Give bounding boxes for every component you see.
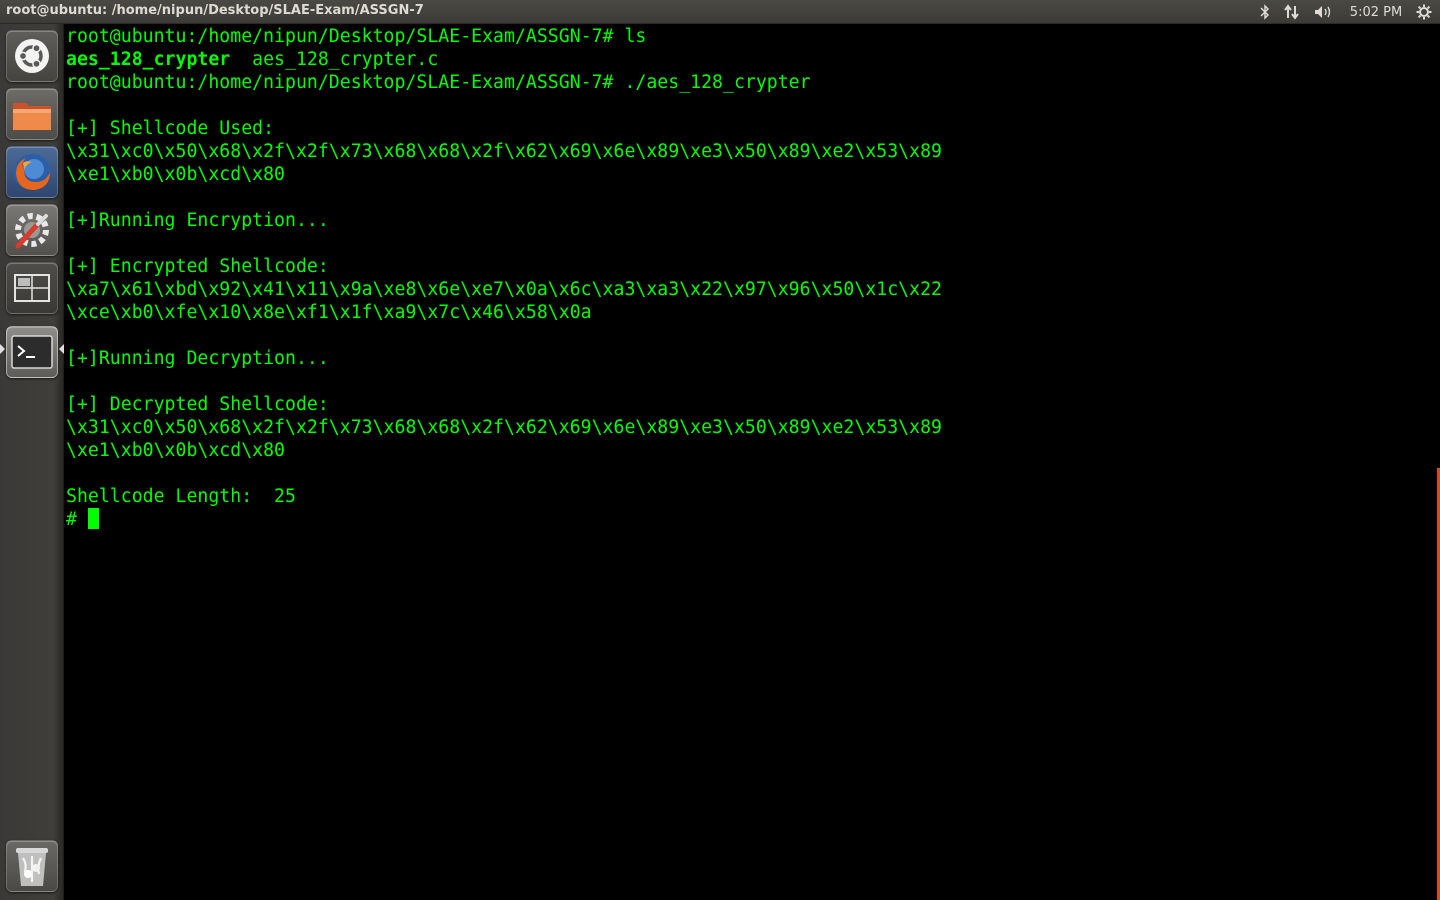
terminal-cursor xyxy=(87,508,99,529)
bluetooth-icon[interactable] xyxy=(1254,0,1276,24)
active-app-indicator xyxy=(0,344,5,354)
terminal-line-text: root@ubuntu:/home/nipun/Desktop/SLAE-Exa… xyxy=(66,26,647,47)
clock[interactable]: 5:02 PM xyxy=(1344,0,1408,24)
launcher-item-trash[interactable] xyxy=(6,840,58,892)
terminal-line-text: # xyxy=(66,509,88,530)
terminal-line: [+] Encrypted Shellcode: xyxy=(66,255,1440,278)
terminal-line-text: \xe1\xb0\x0b\xcd\x80 xyxy=(66,440,285,461)
ubuntu-logo-icon xyxy=(15,39,49,73)
terminal-line-text: \xce\xb0\xfe\x10\x8e\xf1\x1f\xa9\x7c\x46… xyxy=(66,302,592,323)
workspace-icon xyxy=(14,274,50,302)
terminal-line: [+] Shellcode Used: xyxy=(66,117,1440,140)
terminal-line-text: [+] Shellcode Used: xyxy=(66,118,275,139)
terminal-line-text: [+] Encrypted Shellcode: xyxy=(66,256,329,277)
network-icon[interactable] xyxy=(1280,0,1304,24)
terminal-line: root@ubuntu:/home/nipun/Desktop/SLAE-Exa… xyxy=(66,25,1440,48)
launcher-item-system-settings[interactable] xyxy=(6,204,58,256)
terminal-line: [+] Decrypted Shellcode: xyxy=(66,393,1440,416)
launcher-item-files[interactable] xyxy=(6,88,58,140)
window-title: root@ubuntu: /home/nipun/Desktop/SLAE-Ex… xyxy=(6,3,424,18)
launcher xyxy=(0,24,64,900)
volume-icon[interactable] xyxy=(1310,0,1338,24)
terminal-line: \xe1\xb0\x0b\xcd\x80 xyxy=(66,163,1440,186)
terminal-line-segment: aes_128_crypter.c xyxy=(230,49,439,70)
terminal-line-text: \x31\xc0\x50\x68\x2f\x2f\x73\x68\x68\x2f… xyxy=(66,141,942,162)
terminal-line: [+]Running Decryption... xyxy=(66,347,1440,370)
terminal-line: Shellcode Length: 25 xyxy=(66,485,1440,508)
terminal-line: \x31\xc0\x50\x68\x2f\x2f\x73\x68\x68\x2f… xyxy=(66,140,1440,163)
terminal-line: \xa7\x61\xbd\x92\x41\x11\x9a\xe8\x6e\xe7… xyxy=(66,278,1440,301)
terminal-icon xyxy=(11,335,53,369)
terminal-line: aes_128_crypter aes_128_crypter.c xyxy=(66,48,1440,71)
launcher-item-dash[interactable] xyxy=(6,30,58,82)
terminal-line-text: \xa7\x61\xbd\x92\x41\x11\x9a\xe8\x6e\xe7… xyxy=(66,279,942,300)
terminal-line-text: [+]Running Decryption... xyxy=(66,348,329,369)
trash-icon xyxy=(16,848,48,886)
firefox-icon xyxy=(14,154,50,190)
terminal-line-text: \x31\xc0\x50\x68\x2f\x2f\x73\x68\x68\x2f… xyxy=(66,417,942,438)
terminal-line: root@ubuntu:/home/nipun/Desktop/SLAE-Exa… xyxy=(66,71,1440,94)
terminal-window[interactable]: root@ubuntu:/home/nipun/Desktop/SLAE-Exa… xyxy=(65,24,1440,900)
terminal-line-segment: aes_128_crypter xyxy=(66,49,231,70)
terminal-output[interactable]: root@ubuntu:/home/nipun/Desktop/SLAE-Exa… xyxy=(66,25,1440,531)
launcher-item-firefox[interactable] xyxy=(6,146,58,198)
terminal-line-text: root@ubuntu:/home/nipun/Desktop/SLAE-Exa… xyxy=(66,72,811,93)
launcher-item-workspace-switcher[interactable] xyxy=(6,262,58,314)
terminal-line-text: \xe1\xb0\x0b\xcd\x80 xyxy=(66,164,285,185)
terminal-line-text: Shellcode Length: 25 xyxy=(66,486,296,507)
terminal-line: # xyxy=(66,508,1440,531)
terminal-line: \xe1\xb0\x0b\xcd\x80 xyxy=(66,439,1440,462)
launcher-item-terminal[interactable] xyxy=(6,326,58,378)
focused-window-indicator xyxy=(59,344,64,354)
terminal-line-text: [+] Decrypted Shellcode: xyxy=(66,394,329,415)
terminal-line-text: [+]Running Encryption... xyxy=(66,210,329,231)
folder-icon xyxy=(13,103,51,130)
terminal-line: \xce\xb0\xfe\x10\x8e\xf1\x1f\xa9\x7c\x46… xyxy=(66,301,1440,324)
top-panel: root@ubuntu: /home/nipun/Desktop/SLAE-Ex… xyxy=(0,0,1440,24)
gear-icon[interactable] xyxy=(1412,0,1436,24)
terminal-line: [+]Running Encryption... xyxy=(66,209,1440,232)
terminal-line: \x31\xc0\x50\x68\x2f\x2f\x73\x68\x68\x2f… xyxy=(66,416,1440,439)
settings-wrench-icon xyxy=(15,213,49,249)
